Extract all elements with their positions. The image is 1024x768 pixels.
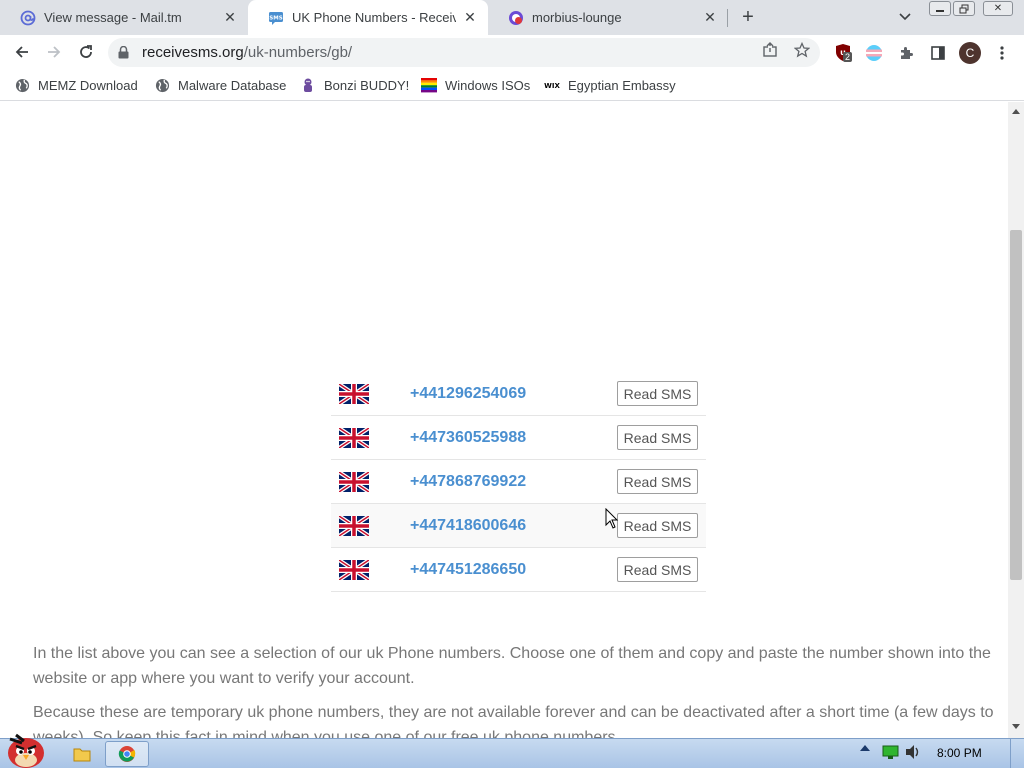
ublock-extension-icon[interactable]: u 2: [834, 43, 854, 63]
bookmark-label: Windows ISOs: [445, 77, 531, 93]
show-desktop-button[interactable]: [1010, 739, 1024, 768]
back-button[interactable]: [9, 39, 35, 65]
profile-avatar[interactable]: C: [959, 42, 981, 64]
taskbar: 8:00 PM: [0, 733, 1024, 768]
phone-number-link[interactable]: +441296254069: [410, 385, 526, 403]
page-scrollbar[interactable]: [1008, 102, 1024, 738]
reload-button[interactable]: [73, 39, 99, 65]
svg-text:WIX: WIX: [544, 82, 560, 90]
new-tab-button[interactable]: +: [737, 6, 759, 28]
bonzi-icon: [300, 77, 316, 93]
read-sms-button[interactable]: Read SMS: [617, 557, 698, 582]
url-text: receivesms.org/uk-numbers/gb/: [142, 44, 352, 61]
share-icon[interactable]: [761, 41, 779, 59]
phone-number-row: +447360525988 Read SMS: [331, 416, 706, 460]
svg-text:SMS: SMS: [269, 15, 282, 21]
tab-strip: View message - Mail.tm ✕ SMS UK Phone Nu…: [0, 0, 1024, 35]
side-panel-icon[interactable]: [928, 43, 948, 63]
bookmark-memz[interactable]: MEMZ Download: [14, 75, 138, 95]
intro-paragraph: In the list above you can see a selectio…: [33, 645, 991, 687]
uk-flag-icon: [339, 471, 369, 492]
puzzle-extensions-icon[interactable]: [896, 43, 916, 63]
read-sms-button[interactable]: Read SMS: [617, 469, 698, 494]
forward-button[interactable]: [41, 39, 67, 65]
read-sms-button[interactable]: Read SMS: [617, 381, 698, 406]
taskbar-chrome-button[interactable]: [105, 741, 149, 767]
chevron-down-icon[interactable]: [895, 7, 915, 27]
rainbow-flag-icon: [421, 77, 437, 93]
at-sign-icon: [20, 10, 36, 26]
phone-number-row: +447451286650 Read SMS: [331, 548, 706, 592]
scroll-down-arrow-icon[interactable]: [1008, 722, 1024, 732]
network-icon[interactable]: [882, 744, 900, 760]
info-paragraph: Because these are temporary uk phone num…: [33, 704, 994, 738]
uk-flag-icon: [339, 383, 369, 404]
phone-number-list: +441296254069 Read SMS +447360525988 Rea…: [331, 372, 706, 592]
phone-number-link[interactable]: +447418600646: [410, 517, 526, 535]
address-bar[interactable]: receivesms.org/uk-numbers/gb/: [108, 38, 820, 67]
bookmarks-bar: MEMZ Download Malware Database Bonzi BUD…: [0, 70, 1024, 101]
chrome-icon: [118, 746, 136, 762]
show-hidden-icons-icon[interactable]: [860, 744, 870, 752]
tab-title: morbius-lounge: [532, 10, 622, 25]
phone-number-link[interactable]: +447868769922: [410, 473, 526, 491]
phone-number-link[interactable]: +447451286650: [410, 561, 526, 579]
phone-number-row: +447868769922 Read SMS: [331, 460, 706, 504]
phone-number-link[interactable]: +447360525988: [410, 429, 526, 447]
url-path: /uk-numbers/gb/: [243, 44, 353, 61]
trans-flag-extension-icon[interactable]: [864, 43, 884, 63]
tab-title: UK Phone Numbers - Receive: [292, 10, 456, 25]
bookmark-label: Malware Database: [178, 77, 287, 93]
sms-icon: SMS: [268, 10, 284, 26]
lock-icon[interactable]: [118, 46, 130, 60]
close-tab-icon[interactable]: ✕: [222, 9, 238, 26]
extension-badge: 2: [843, 52, 853, 62]
mouse-cursor-icon: [605, 508, 619, 529]
bookmark-bonzi-buddy[interactable]: Bonzi BUDDY!: [300, 75, 409, 95]
scroll-up-arrow-icon[interactable]: [1008, 106, 1024, 116]
read-sms-button[interactable]: Read SMS: [617, 425, 698, 450]
close-window-button[interactable]: ✕: [983, 1, 1013, 16]
uk-flag-icon: [339, 427, 369, 448]
bookmark-windows-isos[interactable]: Windows ISOs: [421, 75, 530, 95]
globe-icon: [154, 77, 170, 93]
tab-receivesms[interactable]: SMS UK Phone Numbers - Receive ✕: [248, 0, 488, 35]
close-tab-icon[interactable]: ✕: [462, 9, 478, 26]
uk-flag-icon: [339, 515, 369, 536]
tab-mail[interactable]: View message - Mail.tm ✕: [0, 0, 248, 35]
bookmark-label: Egyptian Embassy: [568, 77, 676, 93]
minimize-button[interactable]: [929, 1, 951, 16]
morbius-icon: [508, 10, 524, 26]
start-button-angry-bird-icon[interactable]: [2, 729, 50, 768]
bookmark-malware-database[interactable]: Malware Database: [154, 75, 286, 95]
bookmark-star-icon[interactable]: [793, 41, 811, 59]
page-viewport: +441296254069 Read SMS +447360525988 Rea…: [0, 102, 1008, 738]
tab-title: View message - Mail.tm: [44, 10, 182, 25]
phone-number-row: +441296254069 Read SMS: [331, 372, 706, 416]
volume-icon[interactable]: [904, 744, 922, 760]
bookmark-label: MEMZ Download: [38, 77, 138, 93]
close-tab-icon[interactable]: ✕: [702, 9, 718, 26]
bookmark-egyptian-embassy[interactable]: WIX Egyptian Embassy: [544, 75, 676, 95]
wix-icon: WIX: [544, 77, 560, 93]
url-domain: receivesms.org: [142, 44, 244, 61]
taskbar-clock[interactable]: 8:00 PM: [937, 746, 982, 760]
kebab-menu-icon[interactable]: [992, 43, 1012, 63]
file-explorer-icon[interactable]: [70, 741, 94, 767]
scrollbar-thumb[interactable]: [1010, 230, 1022, 580]
globe-icon: [14, 77, 30, 93]
restore-button[interactable]: [953, 1, 975, 16]
read-sms-button[interactable]: Read SMS: [617, 513, 698, 538]
tab-morbius[interactable]: morbius-lounge ✕: [488, 0, 728, 35]
uk-flag-icon: [339, 559, 369, 580]
bookmark-label: Bonzi BUDDY!: [324, 77, 410, 93]
tab-separator: [727, 9, 728, 27]
phone-number-row: +447418600646 Read SMS: [331, 504, 706, 548]
